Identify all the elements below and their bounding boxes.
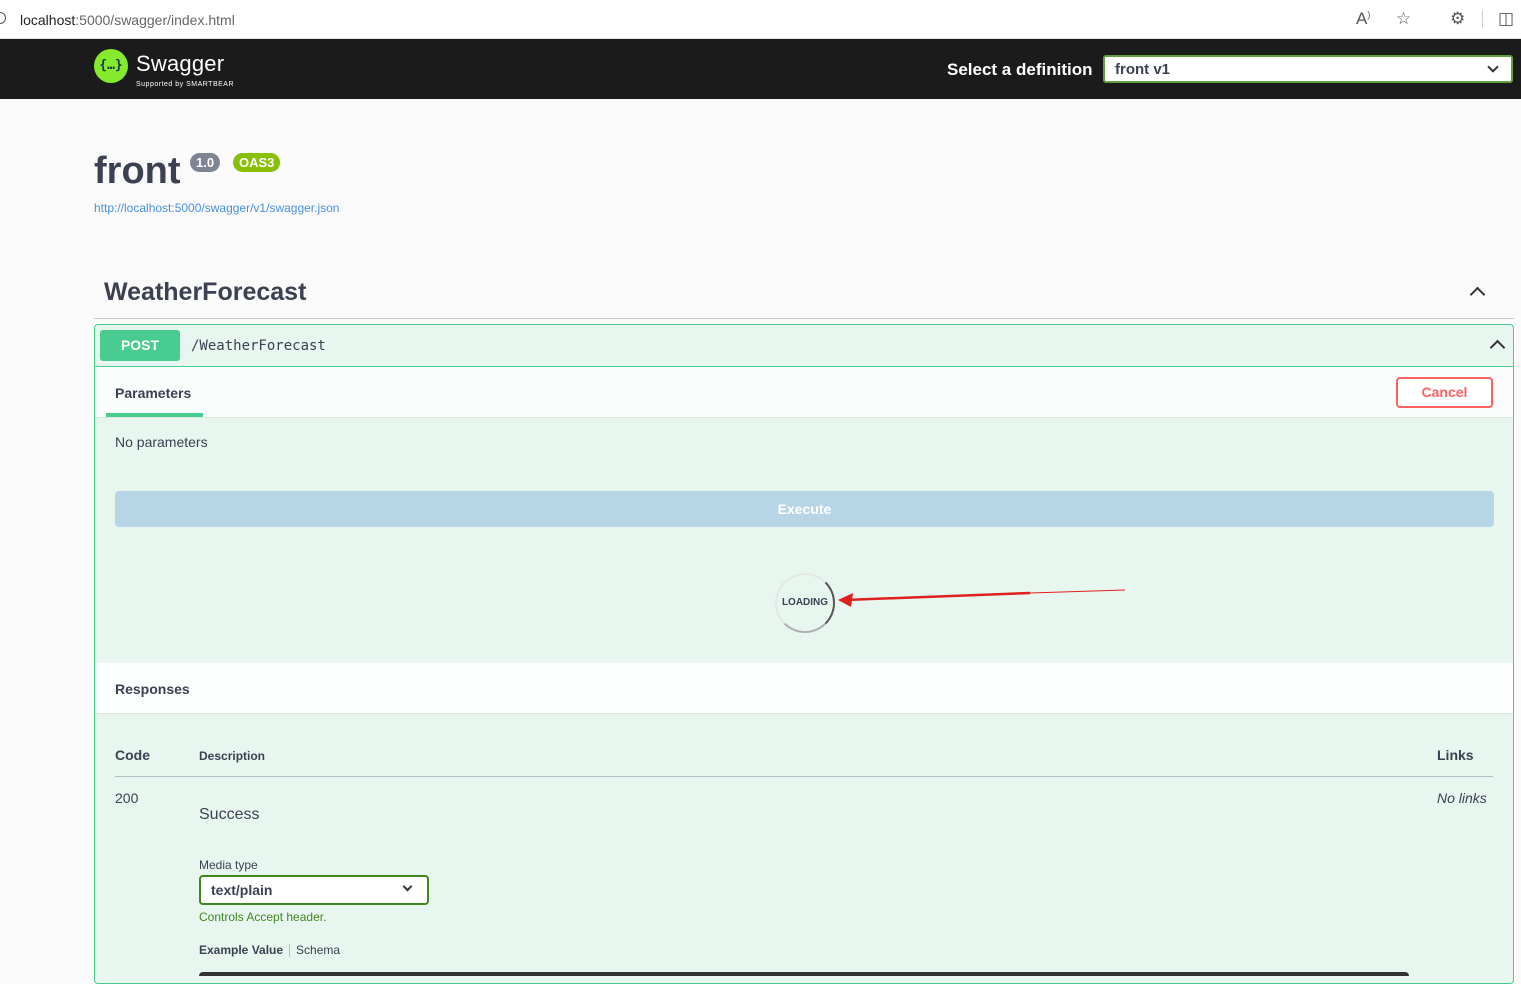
browser-address-bar: localhost:5000/swagger/index.html A) ☆ ⚙… — [0, 0, 1521, 39]
favorite-star-icon[interactable]: ☆ — [1396, 9, 1411, 29]
response-code: 200 — [115, 790, 139, 806]
response-description: Success — [199, 806, 260, 823]
swagger-logo-icon[interactable]: {…} — [94, 49, 128, 83]
responses-table-divider — [115, 776, 1493, 777]
definition-select[interactable]: front v1 — [1103, 55, 1513, 83]
chevron-up-icon[interactable] — [1469, 286, 1486, 303]
swagger-topbar: {…} Swagger Supported by SMARTBEAR Selec… — [0, 39, 1521, 99]
response-links: No links — [1437, 790, 1487, 806]
responses-header: Responses — [95, 663, 1513, 714]
operation-block: POST /WeatherForecast Parameters Cancel … — [94, 324, 1514, 984]
split-screen-icon[interactable]: ◫ — [1498, 9, 1514, 29]
example-code-block — [199, 972, 1409, 976]
select-definition-label: Select a definition — [947, 60, 1093, 79]
tab-separator — [289, 944, 291, 958]
column-header-links: Links — [1437, 747, 1474, 763]
read-aloud-icon[interactable]: A) — [1356, 9, 1370, 29]
column-header-code: Code — [115, 747, 150, 763]
chevron-down-icon — [402, 881, 413, 892]
controls-accept-note: Controls Accept header. — [199, 910, 327, 924]
definition-select-value: front v1 — [1115, 61, 1171, 78]
swagger-brand[interactable]: Swagger — [136, 51, 224, 77]
operation-path: /WeatherForecast — [191, 338, 326, 354]
tag-title[interactable]: WeatherForecast — [104, 278, 306, 307]
column-header-description: Description — [199, 749, 266, 763]
annotation-arrow-icon — [838, 589, 1126, 607]
chevron-up-icon[interactable] — [1489, 339, 1506, 356]
oas-badge: OAS3 — [233, 153, 281, 172]
tab-parameters[interactable]: Parameters — [115, 385, 191, 401]
execute-button[interactable]: Execute — [115, 491, 1494, 527]
operation-summary[interactable]: POST /WeatherForecast — [95, 325, 1513, 367]
tab-schema[interactable]: Schema — [296, 943, 340, 957]
site-info-icon[interactable] — [0, 12, 6, 24]
swagger-brand-sub: Supported by SMARTBEAR — [136, 81, 235, 88]
spec-url-link[interactable]: http://localhost:5000/swagger/v1/swagger… — [94, 201, 339, 215]
toolbar-separator — [1482, 10, 1483, 28]
example-tabs: Example Value Schema — [199, 943, 340, 958]
address-url[interactable]: localhost:5000/swagger/index.html — [20, 12, 235, 28]
extensions-icon[interactable]: ⚙ — [1450, 9, 1465, 29]
method-badge: POST — [100, 330, 180, 361]
media-type-label: Media type — [199, 858, 258, 872]
media-type-value: text/plain — [211, 882, 273, 898]
media-type-select[interactable]: text/plain — [199, 875, 429, 905]
chevron-down-icon — [1487, 61, 1499, 73]
tag-divider — [94, 318, 1514, 319]
cancel-button[interactable]: Cancel — [1396, 377, 1493, 408]
parameters-header: Parameters Cancel — [95, 367, 1513, 418]
api-title: front — [94, 150, 181, 192]
no-parameters-text: No parameters — [115, 434, 208, 450]
tab-parameters-underline — [106, 413, 203, 417]
loading-text: LOADING — [781, 597, 829, 608]
tab-example-value[interactable]: Example Value — [199, 943, 283, 957]
responses-title: Responses — [115, 681, 190, 697]
version-badge: 1.0 — [190, 153, 221, 172]
